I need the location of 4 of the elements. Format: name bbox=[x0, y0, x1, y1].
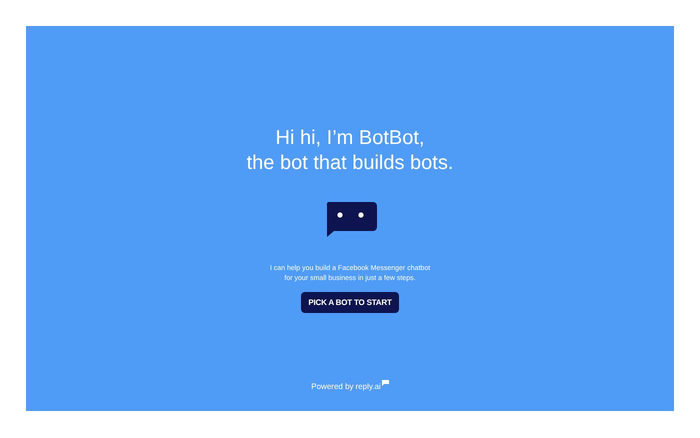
chat-flag-icon bbox=[382, 380, 389, 386]
headline: Hi hi, I’m BotBot, the bot that builds bots. bbox=[246, 126, 454, 176]
start-button[interactable]: PICK A BOT TO START bbox=[301, 292, 399, 313]
powered-by-text: Powered by bbox=[311, 381, 354, 393]
